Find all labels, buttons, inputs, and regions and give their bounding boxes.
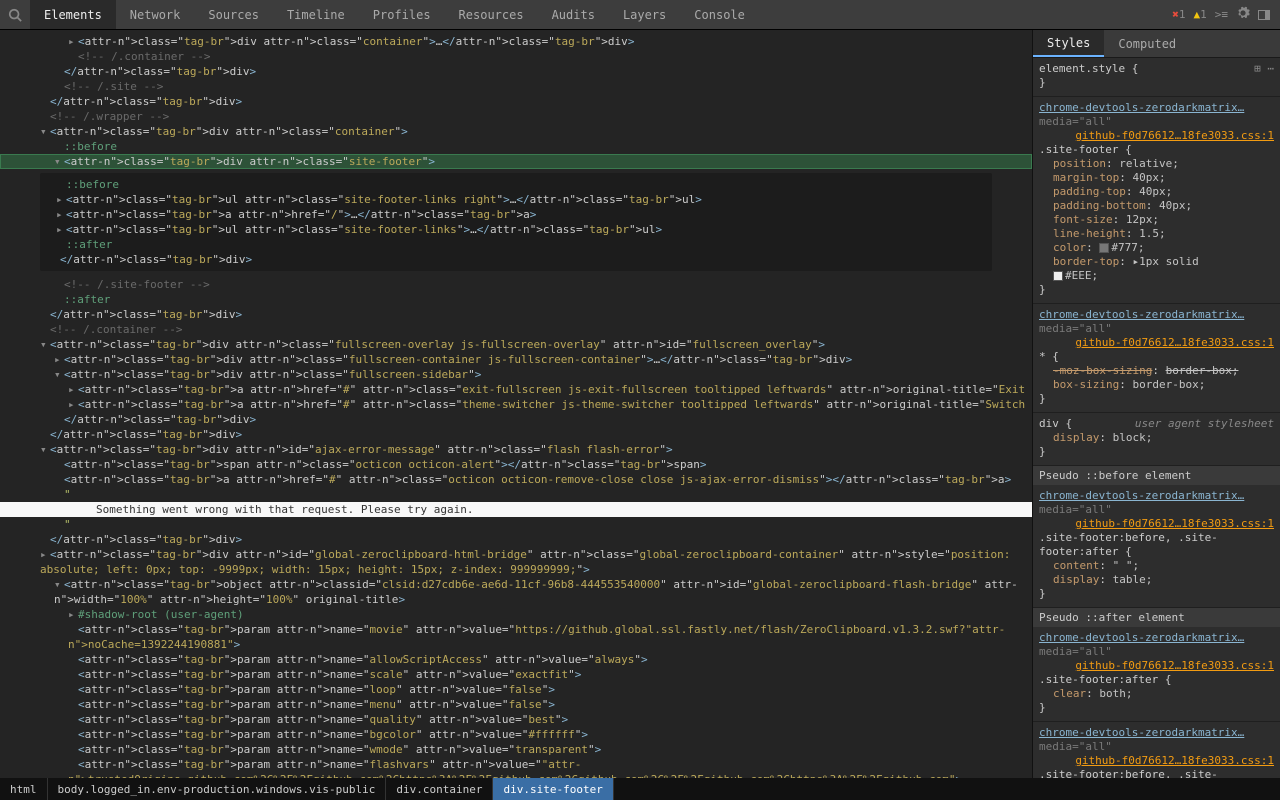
- dom-node[interactable]: ::before: [0, 139, 1032, 154]
- devtools-toolbar: ElementsNetworkSourcesTimelineProfilesRe…: [0, 0, 1280, 30]
- dom-node[interactable]: ::after: [0, 292, 1032, 307]
- dom-node[interactable]: <attr-n">class="tag-br">span attr-n">cla…: [0, 457, 1032, 472]
- dom-node[interactable]: ▸<attr-n">class="tag-br">div attr-n">cla…: [0, 34, 1032, 49]
- pseudo-before-header: Pseudo ::before element: [1033, 466, 1280, 485]
- dom-node[interactable]: <!-- /.container -->: [0, 49, 1032, 64]
- css-rule[interactable]: chrome-devtools-zerodarkmatrix…media="al…: [1033, 304, 1280, 413]
- dom-node[interactable]: <attr-n">class="tag-br">param attr-n">na…: [0, 697, 1032, 712]
- dom-node[interactable]: ▾<attr-n">class="tag-br">div attr-n">cla…: [0, 367, 1032, 382]
- dom-node[interactable]: <attr-n">class="tag-br">param attr-n">na…: [0, 727, 1032, 742]
- tab-network[interactable]: Network: [116, 0, 195, 29]
- dom-node[interactable]: <!-- /.container -->: [0, 322, 1032, 337]
- dom-node[interactable]: ▸<attr-n">class="tag-br">a attr-n">href=…: [46, 207, 986, 222]
- warning-badge[interactable]: ▲1: [1194, 8, 1207, 21]
- css-rule[interactable]: chrome-devtools-zerodarkmatrix…media="al…: [1033, 97, 1280, 304]
- dom-node[interactable]: ▸<attr-n">class="tag-br">a attr-n">href=…: [0, 382, 1032, 397]
- dom-node[interactable]: </attr-n">class="tag-br">div>: [0, 307, 1032, 322]
- dom-node[interactable]: </attr-n">class="tag-br">div>: [0, 412, 1032, 427]
- search-icon[interactable]: [0, 0, 30, 29]
- pseudo-after-header: Pseudo ::after element: [1033, 608, 1280, 627]
- tab-layers[interactable]: Layers: [609, 0, 680, 29]
- tab-audits[interactable]: Audits: [538, 0, 609, 29]
- dom-node[interactable]: <attr-n">class="tag-br">a attr-n">href="…: [0, 472, 1032, 487]
- dom-node[interactable]: <attr-n">class="tag-br">param attr-n">na…: [0, 742, 1032, 757]
- dom-node[interactable]: ::before: [46, 177, 986, 192]
- breadcrumb-item[interactable]: div.container: [386, 778, 493, 800]
- styles-tabs: StylesComputed: [1033, 30, 1280, 58]
- error-badge[interactable]: ✖1: [1172, 8, 1185, 21]
- dom-node[interactable]: </attr-n">class="tag-br">div>: [0, 532, 1032, 547]
- dom-node[interactable]: </attr-n">class="tag-br">div>: [46, 252, 986, 267]
- tab-profiles[interactable]: Profiles: [359, 0, 445, 29]
- css-rule[interactable]: div {user agent stylesheetdisplay: block…: [1033, 413, 1280, 466]
- css-rule[interactable]: chrome-devtools-zerodarkmatrix…media="al…: [1033, 722, 1280, 778]
- dom-node[interactable]: <attr-n">class="tag-br">param attr-n">na…: [0, 712, 1032, 727]
- tab-sources[interactable]: Sources: [194, 0, 273, 29]
- tab-console[interactable]: Console: [680, 0, 759, 29]
- dom-node[interactable]: <attr-n">class="tag-br">param attr-n">na…: [0, 682, 1032, 697]
- dom-node[interactable]: </attr-n">class="tag-br">div>: [0, 64, 1032, 79]
- console-drawer-icon[interactable]: >≡: [1215, 8, 1228, 21]
- dom-node[interactable]: ▾<attr-n">class="tag-br">div attr-n">cla…: [0, 337, 1032, 352]
- breadcrumb-bar: htmlbody.logged_in.env-production.window…: [0, 778, 1280, 800]
- dom-node[interactable]: ": [0, 517, 1032, 532]
- dock-icon[interactable]: [1258, 10, 1270, 20]
- breadcrumb-item[interactable]: html: [0, 778, 48, 800]
- breadcrumb-item[interactable]: body.logged_in.env-production.windows.vi…: [48, 778, 387, 800]
- dom-node[interactable]: ▾<attr-n">class="tag-br">object attr-n">…: [0, 577, 1032, 607]
- dom-node[interactable]: <attr-n">class="tag-br">param attr-n">na…: [0, 652, 1032, 667]
- element-style-label: element.style {: [1039, 62, 1138, 75]
- dom-node[interactable]: <attr-n">class="tag-br">param attr-n">na…: [0, 667, 1032, 682]
- dom-node[interactable]: </attr-n">class="tag-br">div>: [0, 94, 1032, 109]
- styles-tab-computed[interactable]: Computed: [1104, 30, 1190, 57]
- dom-node[interactable]: ::after: [46, 237, 986, 252]
- dom-node-selected[interactable]: ▾<attr-n">class="tag-br">div attr-n">cla…: [0, 154, 1032, 169]
- dom-node-children: ::before▸<attr-n">class="tag-br">ul attr…: [40, 173, 992, 271]
- tab-resources[interactable]: Resources: [445, 0, 538, 29]
- element-style-rule[interactable]: element.style { ⊞ ⋯ }: [1033, 58, 1280, 97]
- dom-node[interactable]: ▾<attr-n">class="tag-br">div attr-n">id=…: [0, 442, 1032, 457]
- dom-node[interactable]: ▾<attr-n">class="tag-br">div attr-n">cla…: [0, 124, 1032, 139]
- dom-node[interactable]: <!-- /.site-footer -->: [0, 277, 1032, 292]
- tab-elements[interactable]: Elements: [30, 0, 116, 29]
- breadcrumb-item[interactable]: div.site-footer: [493, 778, 613, 800]
- dom-node[interactable]: ▸<attr-n">class="tag-br">ul attr-n">clas…: [46, 222, 986, 237]
- toolbar-right: ✖1 ▲1 >≡: [1162, 0, 1280, 29]
- gear-icon[interactable]: [1236, 6, 1250, 23]
- dom-node[interactable]: ▸<attr-n">class="tag-br">div attr-n">cla…: [0, 352, 1032, 367]
- dom-node[interactable]: <!-- /.site -->: [0, 79, 1032, 94]
- styles-sidebar: StylesComputed element.style { ⊞ ⋯ } chr…: [1032, 30, 1280, 778]
- dom-node[interactable]: ▸<attr-n">class="tag-br">a attr-n">href=…: [0, 397, 1032, 412]
- dom-text-node[interactable]: Something went wrong with that request. …: [0, 502, 1032, 517]
- dom-node[interactable]: </attr-n">class="tag-br">div>: [0, 427, 1032, 442]
- tab-timeline[interactable]: Timeline: [273, 0, 359, 29]
- dom-node[interactable]: <attr-n">class="tag-br">param attr-n">na…: [0, 757, 1032, 778]
- dom-node[interactable]: ▸<attr-n">class="tag-br">ul attr-n">clas…: [46, 192, 986, 207]
- styles-tab-styles[interactable]: Styles: [1033, 30, 1104, 57]
- dom-node[interactable]: ▸<attr-n">class="tag-br">div attr-n">id=…: [0, 547, 1032, 577]
- dom-node[interactable]: ▸#shadow-root (user-agent): [0, 607, 1032, 622]
- elements-dom-tree[interactable]: ▸<attr-n">class="tag-br">div attr-n">cla…: [0, 30, 1032, 778]
- dom-node[interactable]: ": [0, 487, 1032, 502]
- dom-node[interactable]: <!-- /.wrapper -->: [0, 109, 1032, 124]
- css-rule[interactable]: chrome-devtools-zerodarkmatrix…media="al…: [1033, 485, 1280, 608]
- toolbar-tabs: ElementsNetworkSourcesTimelineProfilesRe…: [30, 0, 1162, 29]
- css-rule[interactable]: chrome-devtools-zerodarkmatrix…media="al…: [1033, 627, 1280, 722]
- dom-node[interactable]: <attr-n">class="tag-br">param attr-n">na…: [0, 622, 1032, 652]
